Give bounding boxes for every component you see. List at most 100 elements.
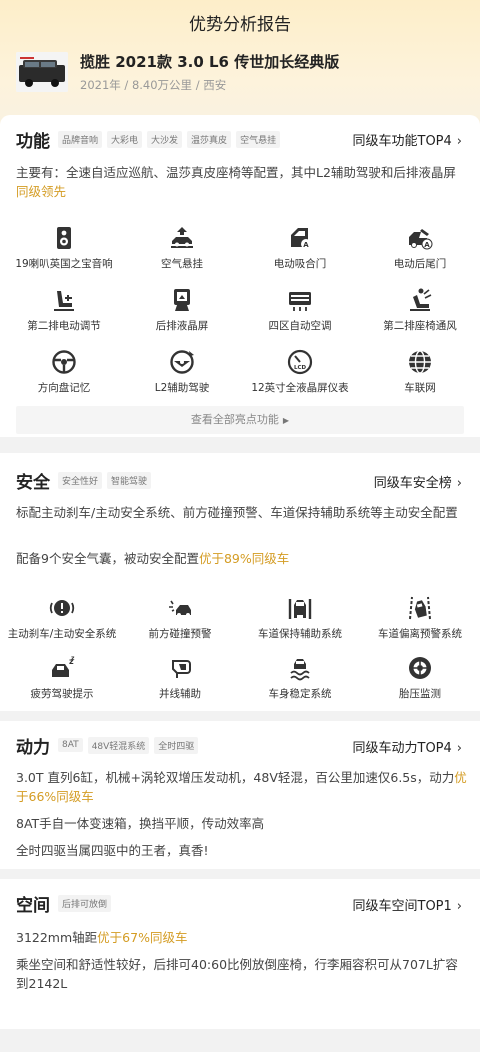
feature-item[interactable]: LCD 12英寸全液晶屏仪表: [240, 349, 360, 395]
space-p1-highlight: 优于67%同级车: [97, 930, 188, 945]
function-title: 功能: [16, 131, 50, 152]
rear-screen-icon: [174, 289, 190, 311]
feature-label: 胎压监测: [399, 688, 441, 700]
function-rank-link[interactable]: 同级车功能TOP4 ›: [353, 130, 463, 149]
seat-ventilation-icon: [410, 288, 432, 311]
feature-label: 车道偏离预警系统: [378, 628, 462, 640]
seat-adjust-icon: [54, 291, 74, 311]
space-rank-label: 同级车空间TOP1: [352, 899, 452, 914]
feature-item[interactable]: 19喇叭英国之宝音响: [4, 225, 124, 271]
feature-label: 电动后尾门: [393, 258, 447, 270]
safety-p2-highlight: 优于89%同级车: [198, 551, 290, 566]
feature-item[interactable]: 主动刹车/主动安全系统: [2, 595, 122, 641]
feature-item[interactable]: 方向盘记忆: [4, 349, 124, 395]
power-tailgate-icon: A: [409, 229, 433, 250]
car-name: 揽胜 2021款 3.0 L6 传世加长经典版: [80, 53, 340, 71]
stability-icon: [290, 659, 310, 681]
function-desc-text: 主要有：全速自适应巡航、温莎真皮座椅等配置，其中L2辅助驾驶和后排液晶屏: [16, 165, 456, 180]
view-all-label: 查看全部亮点功能: [190, 413, 279, 426]
safety-card: 安全 安全性好 智能驾驶 同级车安全榜 › 标配主动刹车/主动安全系统、前方碰撞预…: [0, 453, 480, 711]
feature-label: 空气悬挂: [161, 258, 203, 270]
space-comfort-desc: 乘坐空间和舒适性较好，后排可40:60比例放倒座椅，行李厢容积可从707L扩容到…: [16, 957, 458, 991]
fatigue-icon: zz: [52, 655, 75, 677]
blind-spot-icon: [172, 660, 191, 678]
power-card: 动力 8AT 48V轻混系统 全时四驱 同级车动力TOP4 › 3.0T 直列6缸…: [0, 721, 480, 869]
feature-label: 19喇叭英国之宝音响: [15, 258, 113, 270]
space-wheelbase-desc: 3122mm轴距优于67%同级车: [16, 928, 468, 947]
car-thumbnail[interactable]: [16, 52, 68, 92]
power-gearbox-desc: 8AT手自一体变速箱，换挡平顺，传动效率高: [16, 816, 265, 831]
tire-pressure-icon: [409, 657, 431, 679]
feature-item[interactable]: 第二排座椅通风: [360, 287, 480, 333]
chevron-right-icon: ›: [456, 899, 462, 914]
power-engine-desc: 3.0T 直列6缸，机械+涡轮双增压发动机，48V轻混，百公里加速仅6.5s，动…: [16, 768, 468, 806]
feature-item[interactable]: A 电动吸合门: [240, 225, 360, 271]
air-suspension-icon: [171, 227, 193, 248]
safety-passive-desc: 配备9个安全气囊，被动安全配置优于89%同级车: [16, 549, 468, 568]
safety-tag: 安全性好: [58, 471, 103, 489]
climate-icon: [289, 292, 311, 311]
feature-item[interactable]: L2辅助驾驶: [122, 349, 242, 395]
connected-car-icon: [409, 350, 431, 374]
power-rank-link[interactable]: 同级车动力TOP4 ›: [353, 737, 463, 756]
function-tag: 空气悬挂: [236, 130, 281, 148]
feature-label: 疲劳驾驶提示: [30, 688, 94, 700]
feature-item[interactable]: 后排液晶屏: [122, 287, 242, 333]
steering-memory-icon: [52, 350, 76, 374]
function-card: 功能 品牌音响 大彩电 大沙发 温莎真皮 空气悬挂 同级车功能TOP4 › 主要有…: [0, 115, 480, 437]
feature-label: 四区自动空调: [268, 320, 332, 332]
view-all-features-button[interactable]: 查看全部亮点功能 ▶: [16, 406, 464, 434]
speaker-icon: [57, 227, 71, 249]
feature-label: 前方碰撞预警: [148, 628, 212, 640]
function-tag: 大彩电: [107, 130, 143, 148]
svg-text:A: A: [303, 241, 309, 249]
feature-item[interactable]: zz 疲劳驾驶提示: [2, 655, 122, 701]
feature-item[interactable]: 第二排电动调节: [4, 287, 124, 333]
space-rank-link[interactable]: 同级车空间TOP1 ›: [353, 895, 463, 914]
function-header: 功能 品牌音响 大彩电 大沙发 温莎真皮 空气悬挂: [16, 129, 285, 152]
feature-label: 并线辅助: [159, 688, 201, 700]
safety-title: 安全: [16, 472, 50, 493]
safety-active-desc: 标配主动刹车/主动安全系统、前方碰撞预警、车道保持辅助系统等主动安全配置: [16, 505, 458, 520]
feature-label: 主动刹车/主动安全系统: [7, 628, 117, 640]
function-desc-highlight: 同级领先: [16, 184, 67, 199]
feature-label: 车联网: [404, 382, 436, 394]
feature-item[interactable]: A 电动后尾门: [360, 225, 480, 271]
lcd-cluster-icon: LCD: [287, 349, 313, 375]
feature-item[interactable]: 胎压监测: [360, 655, 480, 701]
space-tag: 后排可放倒: [58, 894, 112, 912]
power-title: 动力: [16, 737, 50, 758]
safety-rank-link[interactable]: 同级车安全榜 ›: [374, 472, 462, 491]
feature-item[interactable]: 车道偏离预警系统: [360, 595, 480, 641]
lane-keep-icon: [288, 599, 312, 619]
feature-item[interactable]: 四区自动空调: [240, 287, 360, 333]
feature-label: 电动吸合门: [273, 258, 327, 270]
power-drivetrain-desc: 全时四驱当属四驱中的王者，真香!: [16, 843, 209, 858]
power-p1-text: 3.0T 直列6缸，机械+涡轮双增压发动机，48V轻混，百公里加速仅6.5s，动…: [16, 770, 455, 785]
feature-label: 12英寸全液晶屏仪表: [251, 382, 349, 394]
feature-item[interactable]: 车道保持辅助系统: [240, 595, 360, 641]
feature-item[interactable]: 并线辅助: [120, 655, 240, 701]
function-tag: 大沙发: [147, 130, 183, 148]
function-rank-label: 同级车功能TOP4: [352, 134, 452, 149]
space-p1-text: 3122mm轴距: [16, 930, 98, 945]
space-title: 空间: [16, 895, 50, 916]
safety-rank-label: 同级车安全榜: [373, 476, 452, 491]
chevron-right-icon: ›: [456, 476, 462, 491]
page-title: 优势分析报告: [189, 15, 291, 35]
feature-label: 车身稳定系统: [268, 688, 332, 700]
feature-label: 第二排座椅通风: [383, 320, 457, 332]
feature-item[interactable]: 前方碰撞预警: [120, 595, 240, 641]
feature-item[interactable]: 车身稳定系统: [240, 655, 360, 701]
svg-text:LCD: LCD: [294, 365, 307, 371]
feature-item[interactable]: 空气悬挂: [122, 225, 242, 271]
svg-text:z: z: [71, 655, 75, 662]
lane-departure-icon: [409, 596, 431, 620]
feature-item[interactable]: 车联网: [360, 349, 480, 395]
safety-header: 安全 安全性好 智能驾驶: [16, 470, 156, 493]
power-rank-label: 同级车动力TOP4: [352, 741, 452, 756]
collision-warning-icon: [169, 600, 191, 617]
feature-label: 后排液晶屏: [155, 320, 209, 332]
space-header: 空间 后排可放倒: [16, 893, 116, 916]
power-header: 动力 8AT 48V轻混系统 全时四驱: [16, 735, 203, 758]
